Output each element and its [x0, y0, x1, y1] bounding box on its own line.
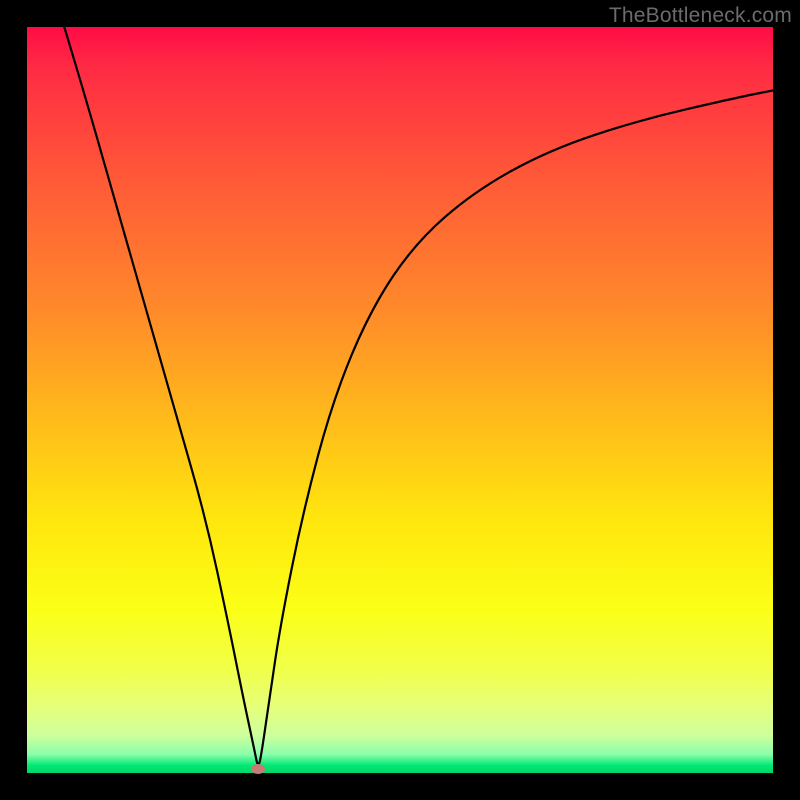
chart-frame: TheBottleneck.com: [0, 0, 800, 800]
plot-area: [27, 27, 773, 773]
watermark-text: TheBottleneck.com: [609, 4, 792, 28]
bottleneck-curve: [27, 27, 773, 773]
